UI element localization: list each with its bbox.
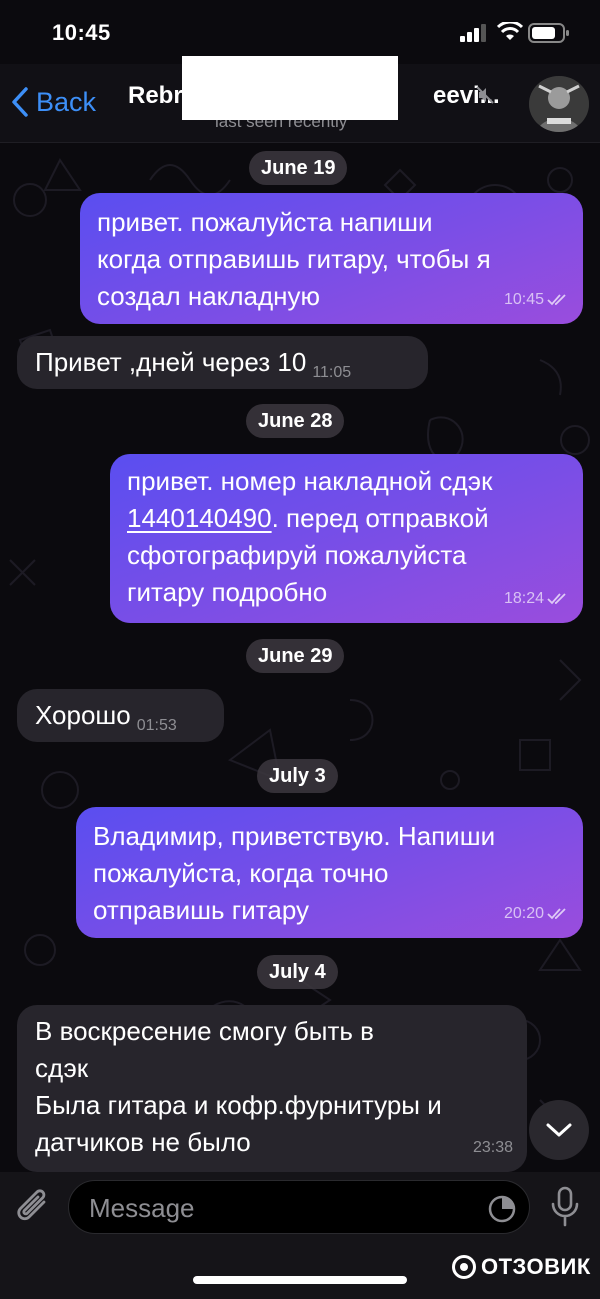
message-time: 11:05 — [312, 364, 352, 381]
message-incoming[interactable]: В воскресение смогу быть в сдэк Была гит… — [17, 1005, 527, 1172]
watermark-logo-icon — [452, 1255, 476, 1279]
avatar-image — [529, 76, 589, 132]
message-incoming[interactable]: Хорошо 01:53 — [17, 689, 224, 742]
home-indicator[interactable] — [193, 1276, 407, 1284]
message-line: датчиков не было — [35, 1127, 251, 1157]
message-time: 20:20 — [503, 905, 544, 922]
chevron-left-icon — [12, 87, 28, 117]
signal-icon — [460, 24, 486, 42]
message-outgoing[interactable]: привет. пожалуйста напиши когда отправиш… — [80, 193, 583, 324]
mute-icon — [476, 86, 494, 104]
status-bar: 10:45 — [0, 0, 600, 64]
double-check-icon — [547, 907, 566, 919]
watermark: ОТЗОВИК — [452, 1254, 591, 1280]
scroll-down-button[interactable] — [529, 1100, 589, 1160]
date-separator: June 19 — [249, 151, 348, 185]
watermark-text: ОТЗОВИК — [481, 1254, 591, 1279]
message-line: В воскресение смогу быть в — [35, 1016, 374, 1046]
tracking-number-link[interactable]: 1440140490 — [127, 503, 272, 533]
message-line: сдэк — [35, 1053, 89, 1083]
message-meta: 18:24 — [504, 580, 569, 617]
redaction-box — [182, 56, 398, 120]
sticker-icon[interactable] — [487, 1194, 517, 1224]
message-line: Привет ,дней через 10 — [35, 347, 307, 377]
message-line-with-link: 1440140490. перед отправкой — [127, 500, 492, 537]
wifi-icon — [497, 22, 523, 40]
chat-title-start: Rebr — [128, 82, 183, 109]
message-time: 23:38 — [472, 1139, 513, 1156]
double-check-icon — [547, 592, 566, 604]
avatar[interactable] — [529, 76, 589, 132]
back-label: Back — [36, 86, 97, 117]
message-line: создал накладную — [97, 281, 320, 311]
double-check-icon — [547, 293, 566, 305]
message-line: . перед отправкой — [271, 503, 489, 533]
message-line: Была гитара и кофр.фурнитуры и — [35, 1090, 442, 1120]
message-time: 18:24 — [503, 590, 544, 607]
message-meta: 10:45 — [504, 281, 569, 318]
message-line: привет. пожалуйста напиши — [97, 207, 433, 237]
message-time: 10:45 — [503, 291, 544, 308]
message-meta: 23:38 — [473, 1129, 513, 1166]
date-separator: June 28 — [246, 404, 345, 438]
chevron-down-icon — [546, 1123, 572, 1137]
date-separator: July 4 — [257, 955, 338, 989]
attach-icon[interactable] — [14, 1186, 54, 1228]
message-line: гитару подробно — [127, 577, 328, 607]
back-button[interactable]: Back — [10, 86, 96, 118]
message-time: 01:53 — [136, 717, 177, 734]
message-input[interactable]: Message — [68, 1180, 530, 1234]
chat-title[interactable]: Rebr eevi... — [128, 82, 500, 110]
message-incoming[interactable]: Привет ,дней через 10 11:05 — [17, 336, 428, 389]
battery-icon — [528, 23, 569, 43]
message-meta: 20:20 — [504, 895, 569, 932]
message-line: пожалуйста, когда точно — [93, 858, 389, 888]
message-outgoing[interactable]: Владимир, приветствую. Напиши пожалуйста… — [76, 807, 583, 938]
message-line: Владимир, приветствую. Напиши — [93, 821, 496, 851]
message-outgoing[interactable]: привет. номер накладной сдэк 1440140490.… — [110, 454, 583, 623]
message-placeholder: Message — [89, 1193, 195, 1223]
date-separator: June 29 — [246, 639, 345, 673]
mic-icon[interactable] — [550, 1186, 580, 1228]
date-separator: July 3 — [257, 759, 338, 793]
message-line: Хорошо — [35, 700, 131, 730]
message-line: отправишь гитару — [93, 895, 310, 925]
status-time: 10:45 — [52, 20, 111, 45]
message-line: сфотографируй пожалуйста — [127, 540, 467, 570]
message-line: когда отправишь гитару, чтобы я — [97, 244, 491, 274]
message-line: привет. номер накладной сдэк — [127, 466, 493, 496]
